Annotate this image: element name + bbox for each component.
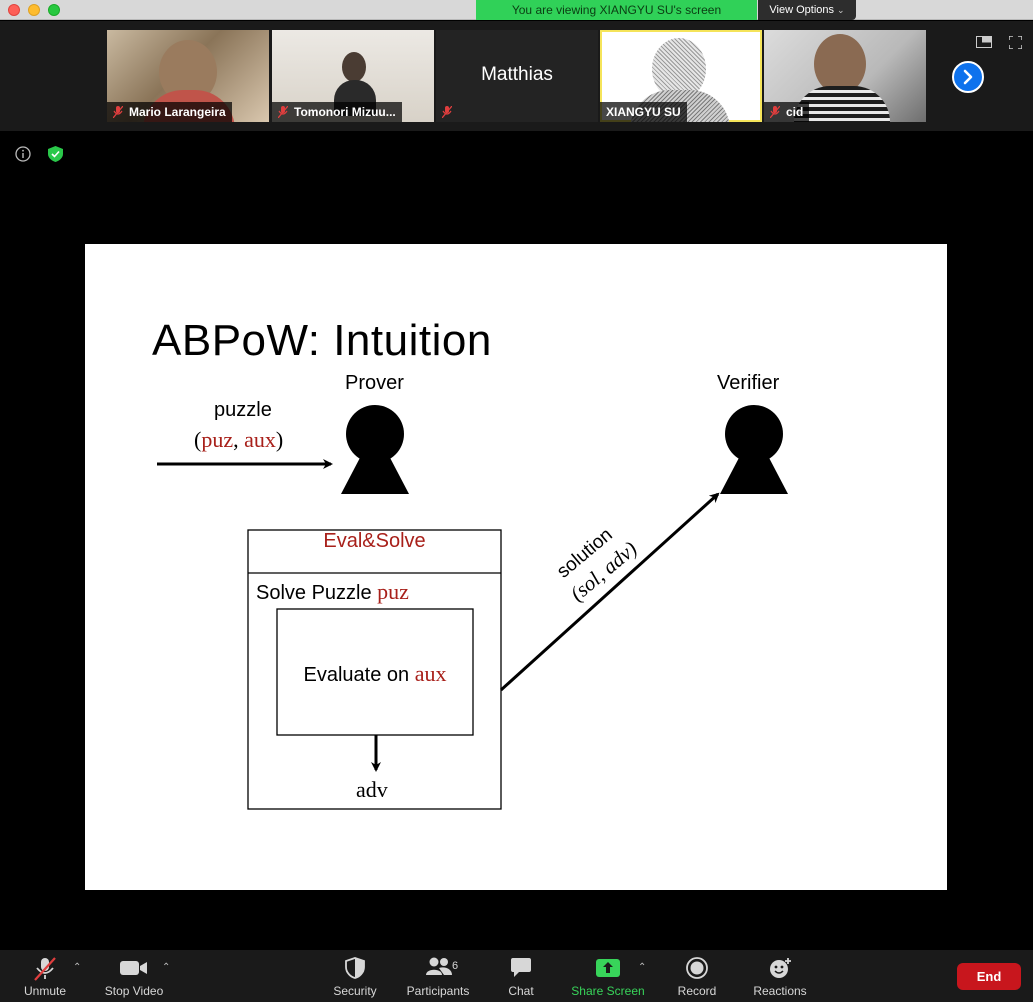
record-icon	[686, 957, 708, 979]
meeting-toolbar: Unmute ⌃ Stop Video ⌃ Security Participa…	[0, 950, 1033, 1002]
participant-name: Mario Larangeira	[129, 105, 226, 119]
verifier-figure	[720, 405, 788, 494]
participant-tile[interactable]: Mario Larangeira	[107, 30, 269, 122]
participant-name-tag: Mario Larangeira	[107, 102, 232, 122]
share-screen-icon	[596, 959, 620, 977]
participant-strip: Mario Larangeira Tomonori Mizuu... Matth…	[0, 21, 1033, 131]
adv-label: adv	[356, 777, 388, 802]
smiley-plus-icon	[770, 958, 791, 978]
participant-tile[interactable]: Matthias	[436, 30, 598, 122]
muted-mic-icon	[770, 106, 780, 118]
minimize-window-button[interactable]	[28, 4, 40, 16]
stop-video-label: Stop Video	[104, 984, 164, 998]
eval-solve-title: Eval&Solve	[323, 530, 426, 552]
security-button[interactable]: Security	[325, 950, 385, 1002]
chat-label: Chat	[508, 984, 534, 998]
view-options-label: View Options	[769, 4, 835, 16]
chevron-down-icon: ⌄	[837, 5, 845, 15]
share-options-caret[interactable]: ⌃	[638, 962, 646, 973]
video-options-caret[interactable]: ⌃	[162, 962, 170, 973]
chat-button[interactable]: Chat	[495, 950, 547, 1002]
participants-label: Participants	[406, 984, 470, 998]
verifier-label: Verifier	[717, 372, 780, 394]
participant-count: 6	[452, 960, 459, 972]
participant-name-tag: XIANGYU SU	[600, 102, 687, 122]
record-button[interactable]: Record	[670, 950, 724, 1002]
participants-icon	[426, 957, 452, 975]
participant-video	[342, 52, 366, 82]
slide-title: ABPoW: Intuition	[152, 316, 492, 365]
unmute-button[interactable]: Unmute	[14, 950, 76, 1002]
chat-icon	[511, 958, 531, 977]
meeting-info-icon[interactable]	[15, 146, 31, 162]
chevron-right-icon	[963, 69, 973, 85]
video-camera-icon	[120, 961, 147, 975]
close-window-button[interactable]	[8, 4, 20, 16]
participant-name-large: Matthias	[481, 64, 553, 85]
share-screen-button[interactable]: Share Screen	[568, 950, 648, 1002]
participant-name-tag: Tomonori Mizuu...	[272, 102, 402, 122]
view-options-button[interactable]: View Options ⌄	[758, 0, 856, 20]
end-meeting-button[interactable]: End	[957, 963, 1021, 990]
security-label: Security	[333, 984, 377, 998]
participant-name: cid	[786, 105, 804, 119]
prover-figure	[341, 405, 409, 494]
participant-name-tag	[436, 102, 464, 122]
puzzle-tuple: (puz, aux)	[194, 427, 284, 452]
shield-icon	[345, 957, 365, 979]
shared-screen-slide: ABPoW: Intuition Prover Verifier puzzle …	[85, 244, 947, 890]
muted-mic-icon	[34, 957, 56, 981]
unmute-label: Unmute	[23, 984, 67, 998]
reactions-button[interactable]: Reactions	[748, 950, 812, 1002]
gallery-layout-icon[interactable]	[976, 36, 992, 48]
stop-video-button[interactable]: Stop Video	[98, 950, 170, 1002]
reactions-label: Reactions	[753, 984, 807, 998]
participant-tile-active-speaker[interactable]: XIANGYU SU	[600, 30, 762, 122]
participant-tile[interactable]: cid	[764, 30, 926, 122]
muted-mic-icon	[442, 106, 452, 118]
zoom-window-button[interactable]	[48, 4, 60, 16]
next-page-button[interactable]	[952, 61, 984, 93]
participant-video	[814, 34, 866, 94]
zoom-meeting-window: You are viewing XIANGYU SU's screen View…	[0, 0, 1033, 1002]
muted-mic-icon	[278, 106, 288, 118]
muted-mic-icon	[113, 106, 123, 118]
participant-tile[interactable]: Tomonori Mizuu...	[272, 30, 434, 122]
participant-name: Tomonori Mizuu...	[294, 105, 396, 119]
audio-options-caret[interactable]: ⌃	[73, 962, 81, 973]
solve-puzzle-label: Solve Puzzle puz	[256, 579, 409, 604]
fullscreen-icon[interactable]	[1009, 36, 1022, 49]
participants-button[interactable]: Participants	[400, 950, 476, 1002]
title-bar: You are viewing XIANGYU SU's screen View…	[0, 0, 1033, 20]
viewing-screen-banner: You are viewing XIANGYU SU's screen	[476, 0, 757, 20]
puzzle-label: puzzle	[214, 399, 272, 421]
encryption-shield-icon[interactable]	[48, 146, 63, 162]
record-label: Record	[677, 984, 717, 998]
share-screen-label: Share Screen	[571, 984, 645, 998]
evaluate-label: Evaluate on aux	[303, 661, 447, 686]
prover-label: Prover	[345, 372, 404, 394]
participant-name-tag: cid	[764, 102, 810, 122]
